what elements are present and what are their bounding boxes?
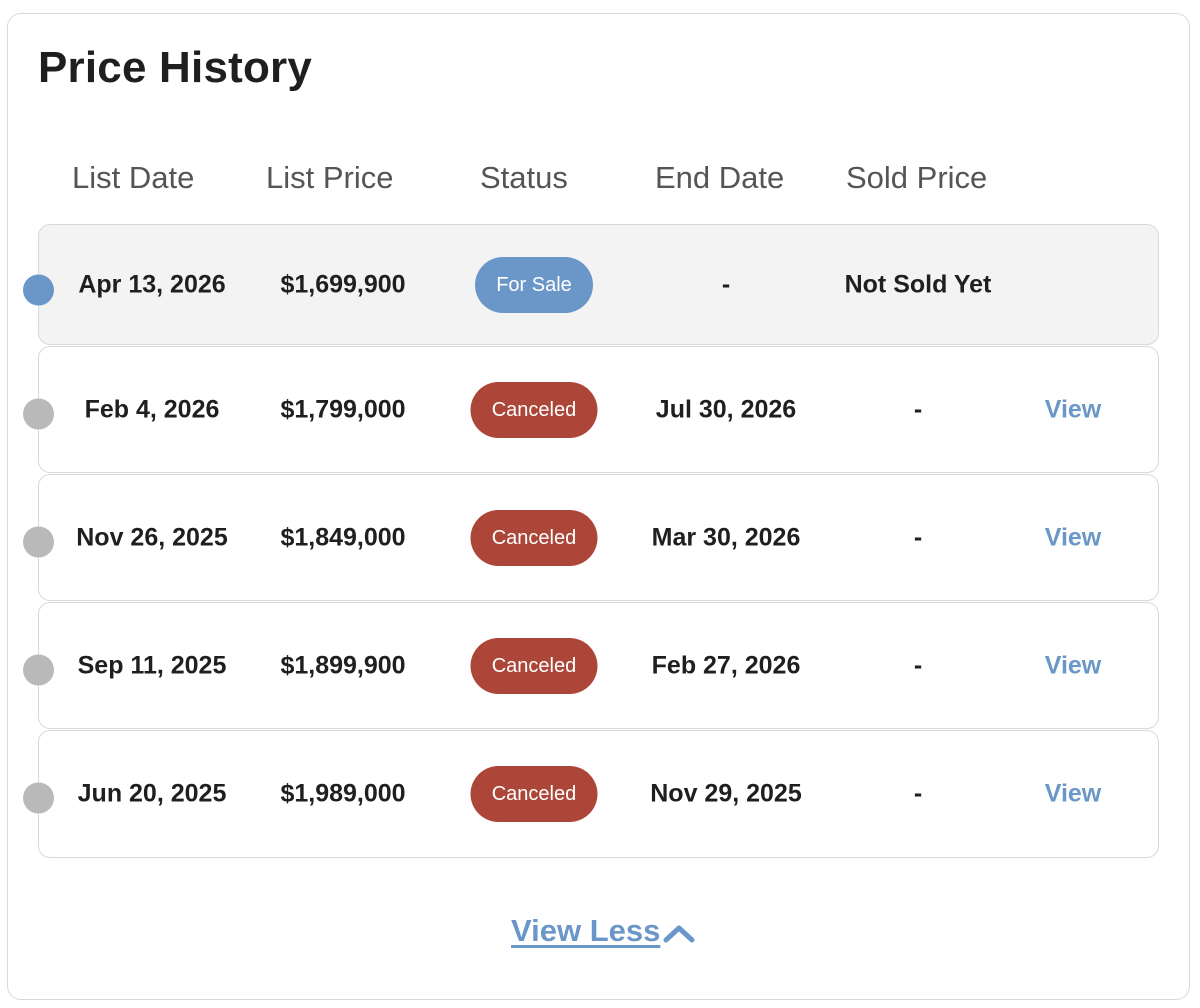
status-badge: Canceled	[470, 637, 598, 694]
end-date: Jul 30, 2026	[655, 395, 797, 423]
end-date: Mar 30, 2026	[651, 523, 801, 551]
view-less-button[interactable]: View Less	[511, 908, 696, 954]
table-header: List Date List Price Status End Date Sol…	[0, 155, 1200, 201]
list-price: $1,989,000	[280, 779, 406, 808]
column-header-list-price: List Price	[266, 160, 394, 195]
list-price: $1,799,000	[280, 395, 406, 423]
timeline-dot	[23, 654, 54, 686]
page-title: Price History	[38, 43, 313, 92]
status-badge: Canceled	[470, 766, 598, 822]
end-date: Nov 29, 2025	[650, 779, 802, 808]
list-price: $1,899,900	[280, 651, 406, 679]
list-price: $1,849,000	[280, 523, 406, 551]
end-date: Feb 27, 2026	[651, 651, 801, 679]
column-header-end-date: End Date	[655, 160, 785, 195]
view-link[interactable]: View	[1045, 780, 1102, 809]
view-link[interactable]: View	[1045, 395, 1102, 424]
sold-price: Not Sold Yet	[844, 270, 992, 298]
table-row: Nov 26, 2025 $1,849,000 Canceled Mar 30,…	[23, 474, 1159, 601]
end-date: -	[721, 270, 731, 298]
table-row: Sep 11, 2025 $1,899,900 Canceled Feb 27,…	[23, 602, 1159, 729]
view-link[interactable]: View	[1045, 523, 1102, 552]
column-header-list-date: List Date	[72, 160, 195, 195]
sold-price: -	[913, 779, 923, 808]
sold-price: -	[913, 523, 923, 551]
view-less-label: View Less	[511, 913, 661, 948]
sold-price: -	[913, 651, 923, 679]
column-header-status: Status	[480, 160, 568, 195]
table-row: Apr 13, 2026 $1,699,900 For Sale - Not S…	[23, 224, 1159, 345]
timeline-dot	[23, 782, 54, 814]
timeline-dot	[23, 274, 54, 306]
view-link[interactable]: View	[1045, 651, 1102, 680]
timeline-dot	[23, 526, 54, 558]
column-header-sold-price: Sold Price	[846, 160, 988, 195]
list-date: Jun 20, 2025	[77, 779, 227, 808]
list-date: Apr 13, 2026	[78, 270, 226, 298]
list-price: $1,699,900	[280, 270, 406, 298]
status-badge: Canceled	[470, 381, 598, 438]
table-row: Feb 4, 2026 $1,799,000 Canceled Jul 30, …	[23, 346, 1159, 473]
status-badge: For Sale	[475, 256, 593, 313]
list-date: Nov 26, 2025	[76, 523, 228, 551]
status-badge: Canceled	[470, 509, 598, 566]
list-date: Feb 4, 2026	[84, 395, 220, 423]
chevron-up-icon	[663, 925, 695, 943]
list-date: Sep 11, 2025	[77, 651, 227, 679]
table-row: Jun 20, 2025 $1,989,000 Canceled Nov 29,…	[23, 730, 1159, 858]
timeline-dot	[23, 398, 54, 430]
sold-price: -	[913, 395, 923, 423]
